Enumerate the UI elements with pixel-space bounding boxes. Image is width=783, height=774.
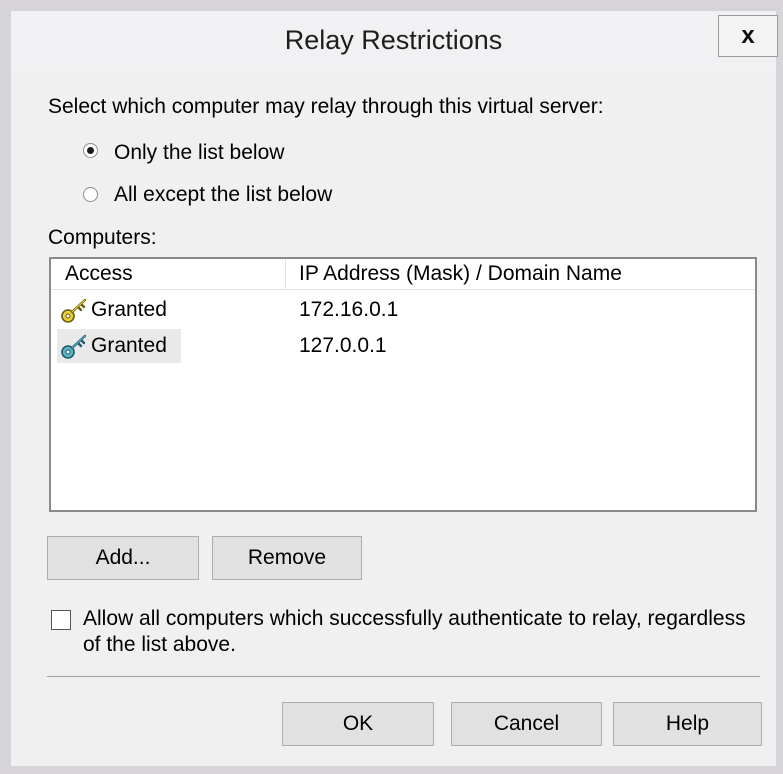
allow-authenticated-label-line2[interactable]: of the list above. (83, 633, 236, 657)
dialog-title: Relay Restrictions (284, 25, 503, 55)
dialog-client-area: Select which computer may relay through … (11, 71, 776, 766)
computers-list[interactable]: Access IP Address (Mask) / Domain Name G… (49, 257, 757, 512)
radio-only-list-below[interactable] (83, 143, 98, 158)
column-header-access[interactable]: Access (65, 262, 133, 286)
key-icon (61, 298, 87, 323)
title-bar[interactable]: Relay Restrictions x (11, 11, 778, 71)
remove-button[interactable]: Remove (212, 536, 362, 580)
radio-all-except-list-label[interactable]: All except the list below (114, 183, 332, 207)
ip-value: 172.16.0.1 (299, 298, 399, 321)
access-value: Granted (91, 298, 167, 321)
allow-authenticated-checkbox[interactable] (51, 610, 71, 630)
ip-value: 127.0.0.1 (299, 334, 387, 357)
ok-button[interactable]: OK (282, 702, 434, 746)
computers-label: Computers: (48, 226, 157, 249)
window-frame-right (776, 0, 783, 774)
column-header-ip-address[interactable]: IP Address (Mask) / Domain Name (299, 262, 622, 286)
divider (47, 676, 760, 677)
radio-all-except-list[interactable] (83, 187, 98, 202)
list-row[interactable]: Granted 172.16.0.1 (51, 293, 755, 329)
access-value: Granted (91, 334, 167, 357)
window-frame-top (0, 0, 783, 11)
key-icon (61, 334, 87, 359)
window-frame-left (0, 0, 11, 774)
select-prompt-label: Select which computer may relay through … (48, 95, 604, 118)
add-button[interactable]: Add... (47, 536, 199, 580)
allow-authenticated-label-line1[interactable]: Allow all computers which successfully a… (83, 607, 746, 631)
list-row[interactable]: Granted 127.0.0.1 (51, 329, 755, 365)
window-frame-bottom (0, 766, 783, 774)
access-cell: Granted (57, 293, 181, 327)
help-button[interactable]: Help (613, 702, 762, 746)
cancel-button[interactable]: Cancel (451, 702, 602, 746)
access-cell: Granted (57, 329, 181, 363)
close-button[interactable]: x (718, 15, 778, 57)
list-header: Access IP Address (Mask) / Domain Name (51, 259, 755, 290)
column-separator[interactable] (285, 259, 286, 289)
column-separator[interactable] (755, 259, 756, 289)
radio-only-list-below-label[interactable]: Only the list below (114, 141, 284, 165)
